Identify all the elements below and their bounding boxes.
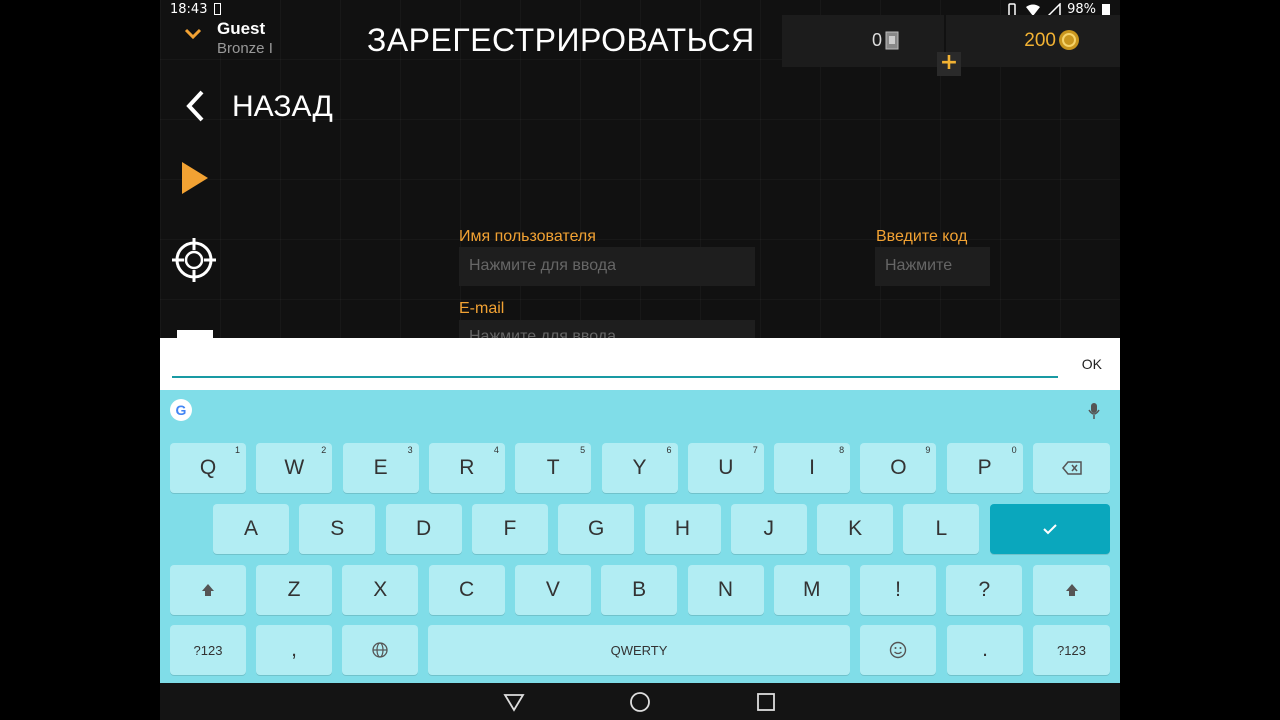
page-title: ЗАРЕГЕСТРИРОВАТЬСЯ [367, 22, 755, 58]
back-nav-icon[interactable] [503, 692, 525, 712]
key-r[interactable]: R4 [428, 443, 505, 493]
key-x[interactable]: X [342, 565, 419, 615]
key-p[interactable]: P0 [946, 443, 1023, 493]
coin-icon [1059, 30, 1079, 50]
symbols-key-left[interactable]: ?123 [170, 625, 246, 675]
status-time: 18:43 [170, 2, 208, 17]
shift-key-right[interactable] [1033, 565, 1110, 615]
key-hint: 7 [752, 445, 758, 455]
key-o[interactable]: O9 [860, 443, 937, 493]
key-hint: 1 [234, 445, 240, 455]
key-y[interactable]: Y6 [601, 443, 678, 493]
comma-key[interactable]: , [256, 625, 332, 675]
code-field[interactable]: Нажмите [875, 247, 990, 286]
shift-icon [202, 584, 214, 596]
period-key[interactable]: . [947, 625, 1023, 675]
key-v[interactable]: V [514, 565, 591, 615]
phone-icon [214, 3, 221, 15]
enter-key[interactable] [990, 504, 1110, 554]
code-label: Введите код [876, 228, 968, 245]
profile-rank: Bronze I [217, 40, 273, 57]
key-g[interactable]: G [558, 504, 635, 554]
key-e[interactable]: E3 [342, 443, 419, 493]
chevron-left-icon [186, 90, 204, 122]
key-h[interactable]: H [644, 504, 721, 554]
key-z[interactable]: Z [256, 565, 332, 615]
back-button[interactable]: НАЗАД [180, 84, 370, 134]
backspace-key[interactable] [1033, 443, 1110, 493]
key-hint: 2 [321, 445, 327, 455]
language-key[interactable] [342, 625, 418, 675]
smiley-icon [889, 641, 907, 659]
key-hint: 4 [493, 445, 499, 455]
key-d[interactable]: D [385, 504, 462, 554]
cards-menu-icon[interactable] [177, 330, 213, 338]
shift-icon [1065, 584, 1078, 596]
key-c[interactable]: C [428, 565, 505, 615]
add-coins-button[interactable]: + [937, 52, 961, 76]
coins-value: 200 [1024, 30, 1056, 51]
chevron-down-icon [184, 28, 202, 40]
space-key[interactable]: QWERTY [428, 625, 850, 675]
crosshair-icon[interactable] [172, 238, 216, 282]
email-label: E-mail [459, 300, 505, 317]
key-i[interactable]: I8 [774, 443, 851, 493]
microphone-icon[interactable] [1088, 402, 1100, 420]
key-t[interactable]: T5 [515, 443, 592, 493]
back-label: НАЗАД [232, 90, 333, 123]
key-question[interactable]: ? [946, 565, 1023, 615]
key-a[interactable]: A [213, 504, 289, 554]
checkmark-icon [1043, 524, 1057, 535]
key-m[interactable]: M [773, 565, 850, 615]
cards-value: 0 [871, 30, 882, 50]
home-nav-icon[interactable] [629, 691, 651, 713]
text-input-bar: OK [160, 338, 1120, 390]
ok-button[interactable]: OK [1082, 356, 1102, 372]
key-q[interactable]: Q1 [170, 443, 246, 493]
key-n[interactable]: N [687, 565, 764, 615]
key-s[interactable]: S [299, 504, 376, 554]
navigation-bar [160, 683, 1120, 720]
coins-counter: 200 [946, 15, 1120, 67]
key-hint: 5 [580, 445, 586, 455]
cards-counter: 0 [782, 15, 944, 67]
key-w[interactable]: W2 [256, 443, 333, 493]
key-f[interactable]: F [471, 504, 548, 554]
key-u[interactable]: U7 [687, 443, 764, 493]
play-icon[interactable] [180, 160, 210, 196]
username-label: Имя пользователя [459, 228, 596, 245]
key-hint: 6 [666, 445, 672, 455]
key-hint: 9 [925, 445, 931, 455]
keyboard: G ?123 , QWERTY . ?123 Q1W2E3R4T5Y6U7I8O… [160, 390, 1120, 683]
username-field[interactable]: Нажмите для ввода [459, 247, 755, 286]
recents-nav-icon[interactable] [756, 692, 776, 712]
key-hint: 3 [407, 445, 413, 455]
key-hint: 0 [1011, 445, 1017, 455]
profile-dropdown[interactable]: Guest Bronze I [170, 16, 370, 66]
card-icon [885, 31, 899, 50]
key-k[interactable]: K [817, 504, 894, 554]
key-b[interactable]: B [601, 565, 678, 615]
key-exclamation[interactable]: ! [860, 565, 937, 615]
emoji-key[interactable] [860, 625, 936, 675]
globe-icon [372, 642, 388, 658]
key-l[interactable]: L [903, 504, 980, 554]
profile-name: Guest [217, 19, 266, 38]
google-icon[interactable]: G [170, 399, 192, 421]
symbols-key-right[interactable]: ?123 [1033, 625, 1110, 675]
svg-text:G: G [176, 402, 187, 418]
shift-key-left[interactable] [170, 565, 246, 615]
text-input[interactable] [172, 376, 1058, 378]
key-hint: 8 [839, 445, 845, 455]
backspace-icon [1061, 461, 1082, 475]
app-screen: 18:43 98% Guest Bronze I ЗАРЕГЕСТРИРОВАТ… [160, 0, 1120, 720]
key-j[interactable]: J [730, 504, 807, 554]
email-field[interactable]: Нажмите для ввода [459, 320, 755, 338]
